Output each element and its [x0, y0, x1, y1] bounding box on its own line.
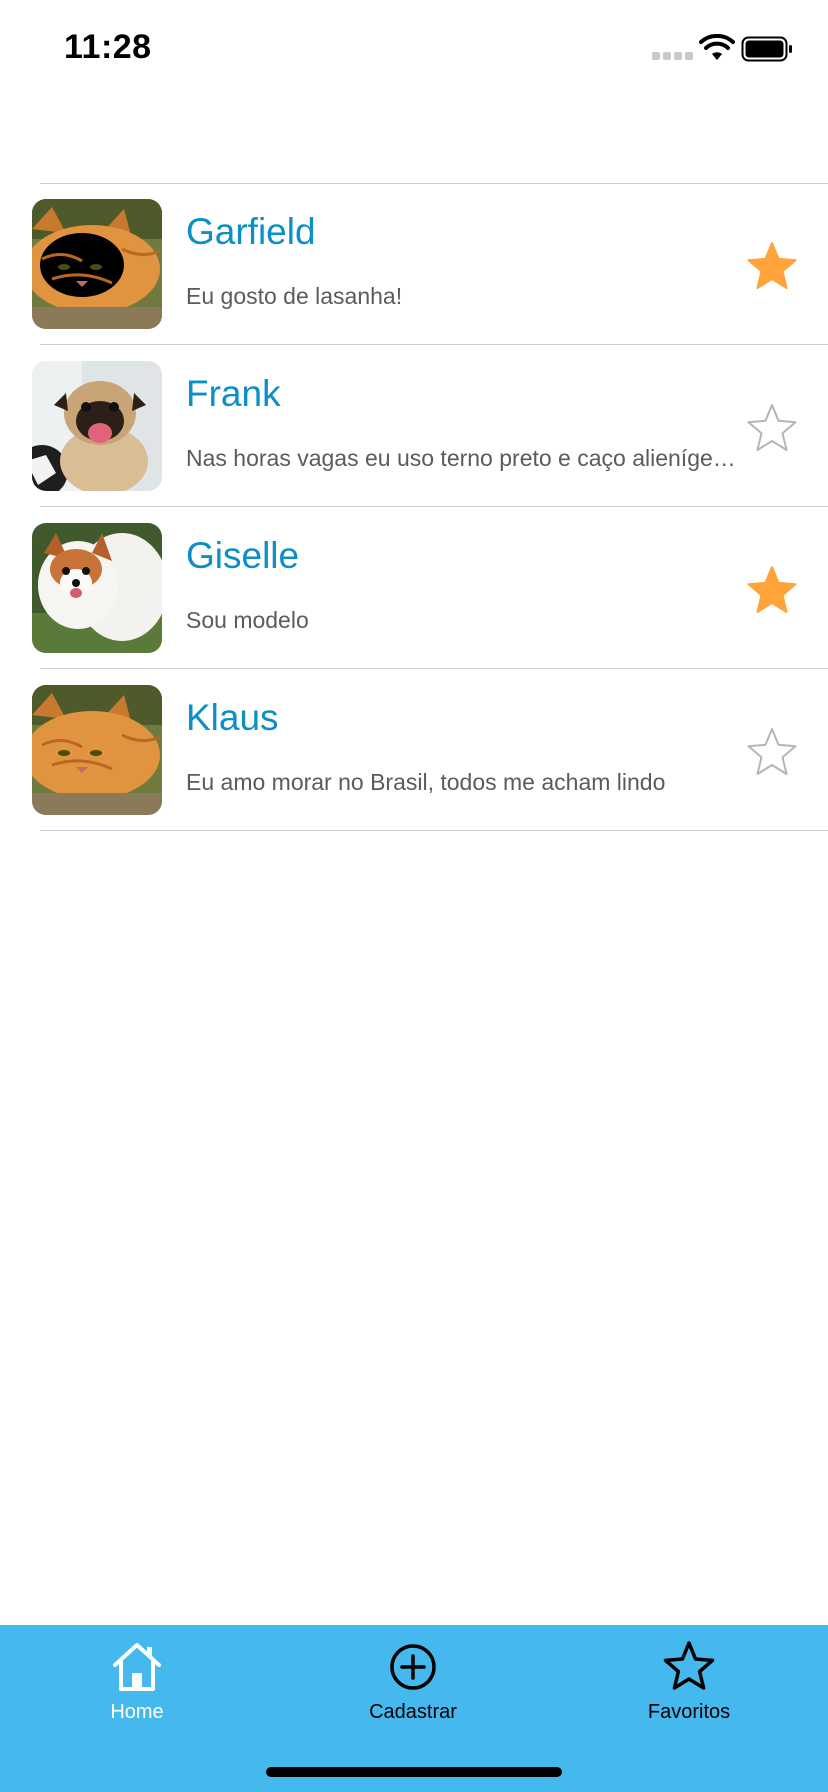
- home-indicator: [266, 1767, 562, 1777]
- status-bar: 11:28: [0, 0, 828, 100]
- divider: [40, 830, 828, 831]
- pet-description: Eu gosto de lasanha!: [186, 283, 403, 309]
- pet-name: Klaus: [186, 697, 279, 738]
- tab-favorites[interactable]: Favoritos: [589, 1637, 789, 1737]
- tab-favorites-label: Favoritos: [647, 1701, 731, 1723]
- pet-row-klaus[interactable]: Klaus Eu amo morar no Brasil, todos me a…: [0, 669, 828, 831]
- star-icon: [663, 1641, 715, 1690]
- pug-photo: [32, 361, 162, 491]
- favorite-star-outline-icon[interactable]: [744, 401, 800, 457]
- tab-home[interactable]: Home: [37, 1637, 237, 1737]
- pet-row-garfield[interactable]: Garfield Eu gosto de lasanha!: [0, 183, 828, 345]
- home-icon: [113, 1643, 161, 1691]
- pet-name: Giselle: [186, 535, 300, 576]
- status-time: 11:28: [64, 28, 152, 66]
- favorite-star-icon[interactable]: [744, 239, 800, 295]
- pet-description: Nas horas vagas eu uso terno preto e caç…: [186, 445, 738, 471]
- pomeranian-photo: [32, 523, 162, 653]
- battery-icon: [741, 36, 792, 62]
- orange-cat-photo: [32, 199, 162, 329]
- favorite-star-outline-icon[interactable]: [744, 725, 800, 781]
- tab-register-label: Cadastrar: [369, 1701, 457, 1723]
- tab-register[interactable]: Cadastrar: [313, 1637, 513, 1737]
- pet-row-frank[interactable]: Frank Nas horas vagas eu uso terno preto…: [0, 345, 828, 507]
- pet-row-giselle[interactable]: Giselle Sou modelo: [0, 507, 828, 669]
- add-circle-icon: [390, 1644, 436, 1690]
- wifi-icon: [699, 34, 735, 60]
- pet-name: Frank: [186, 373, 281, 414]
- tab-home-label: Home: [110, 1701, 164, 1723]
- pet-list-screen: 11:28 Garfield Eu gosto de lasanha! Fran…: [0, 0, 828, 1792]
- pet-description: Eu amo morar no Brasil, todos me acham l…: [186, 769, 666, 795]
- pet-name: Garfield: [186, 211, 316, 252]
- cellular-signal-icon: [652, 52, 693, 60]
- orange-cat-photo: [32, 685, 162, 815]
- favorite-star-icon[interactable]: [744, 563, 800, 619]
- pet-description: Sou modelo: [186, 607, 309, 633]
- pet-list: Garfield Eu gosto de lasanha! Frank Nas …: [0, 183, 828, 831]
